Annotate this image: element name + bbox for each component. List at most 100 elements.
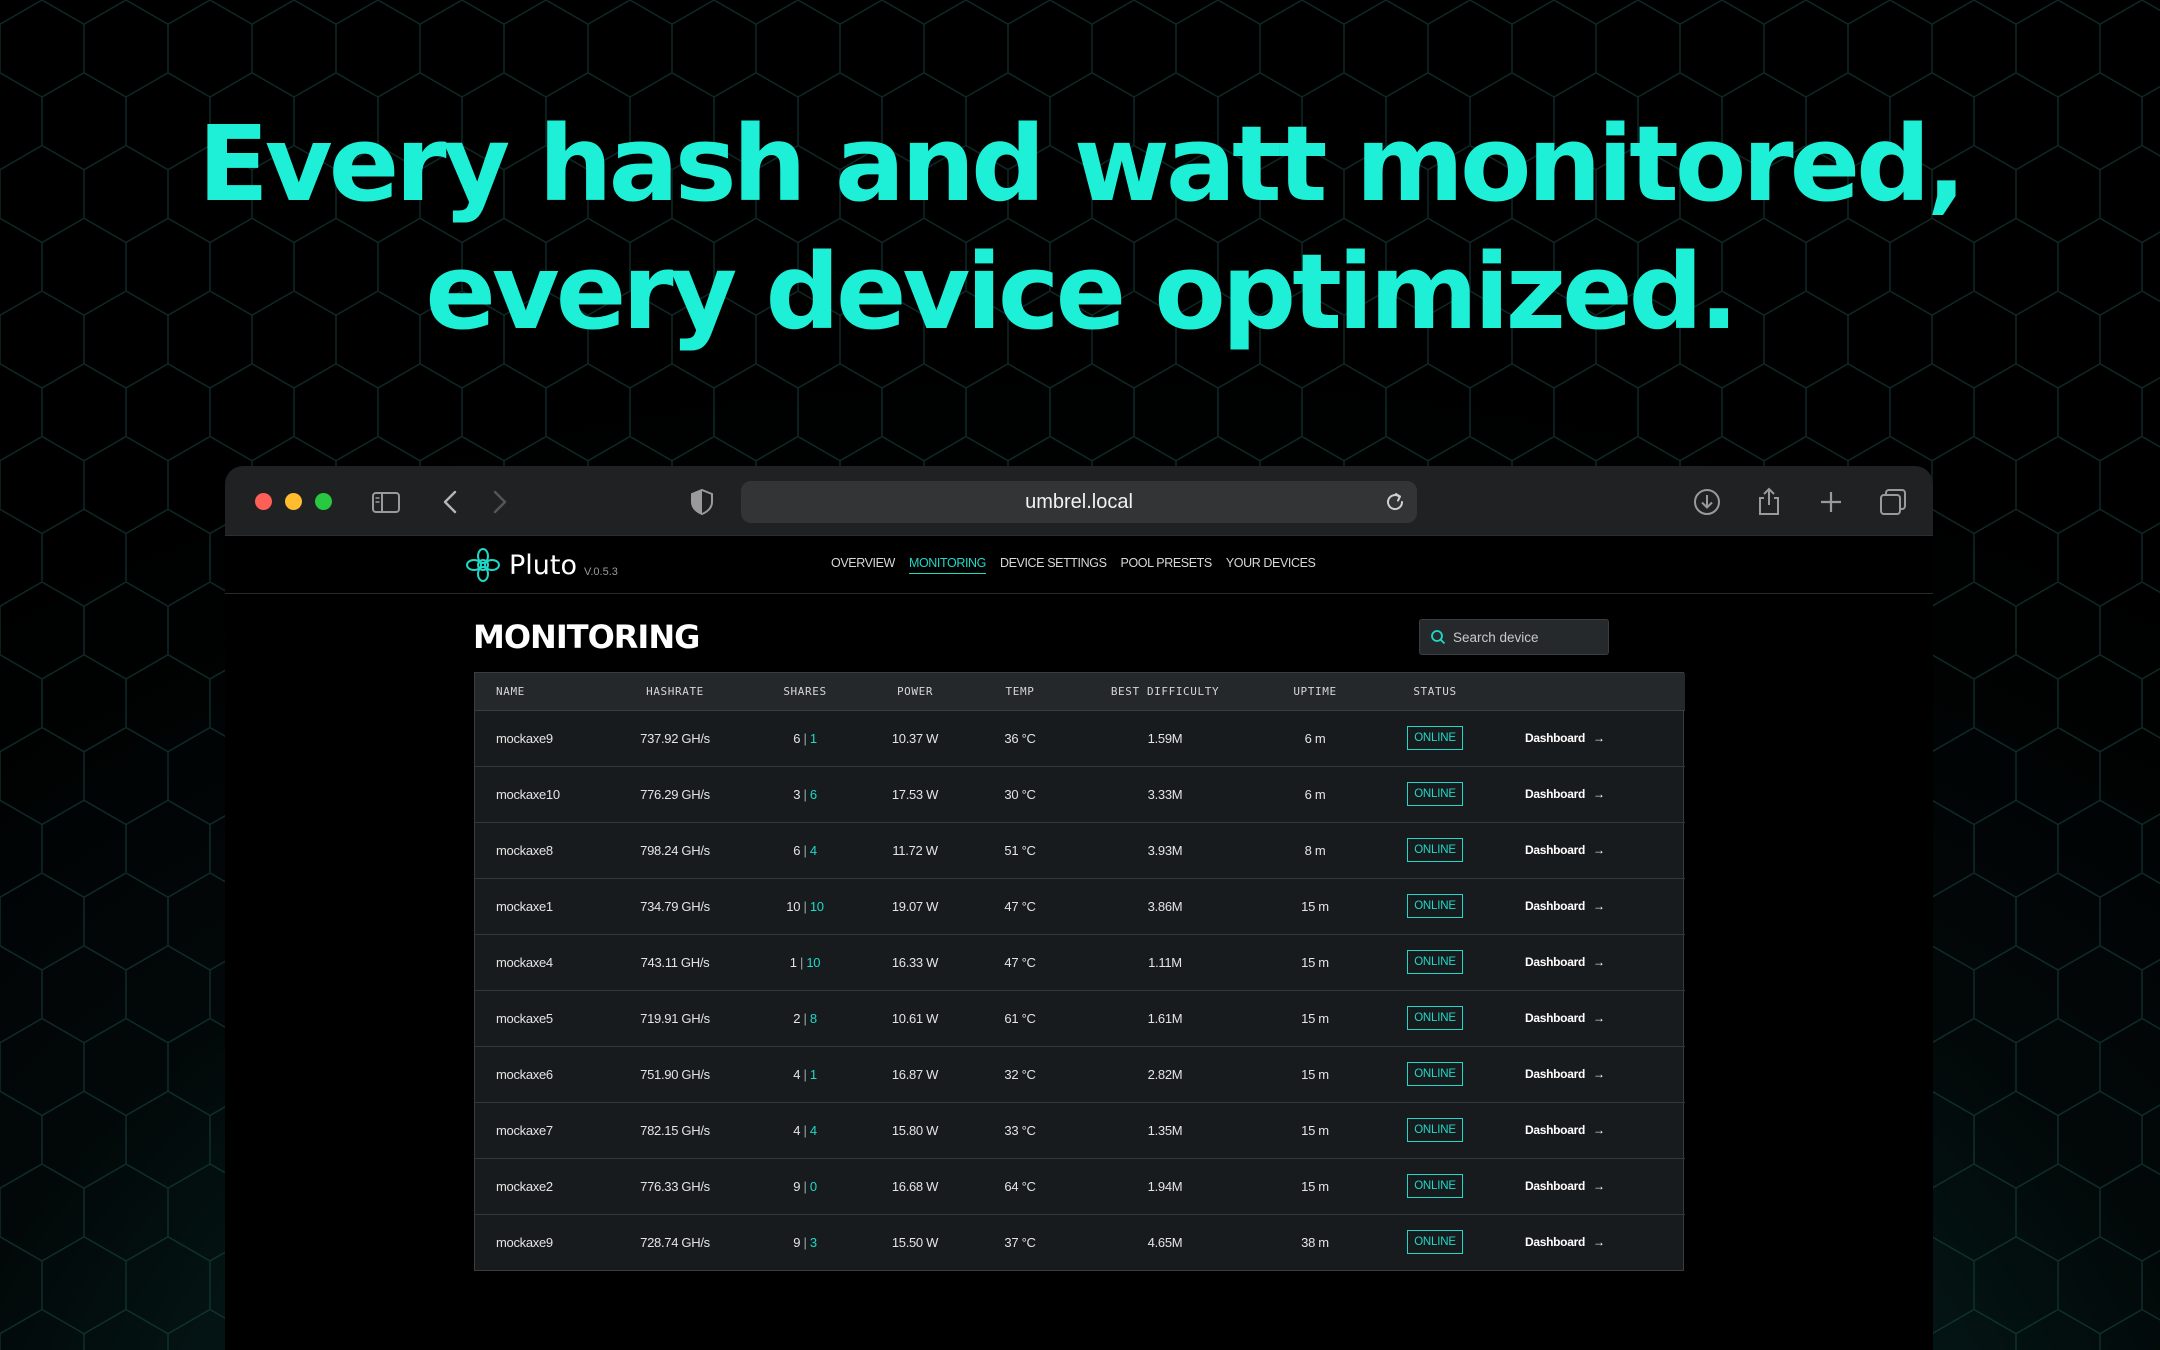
nav-device-settings[interactable]: DEVICE SETTINGS [1000, 556, 1107, 574]
search-box[interactable] [1419, 619, 1609, 655]
table-row[interactable]: mockaxe6 751.90 GH/s 4 | 1 16.87 W 32 °C 2.82… [475, 1046, 1685, 1103]
shares-rejected: 8 [809, 1010, 817, 1026]
device-power: 11.72 W [855, 822, 975, 879]
col-header-power[interactable]: POWER [855, 673, 975, 711]
col-header-shares[interactable]: SHARES [755, 673, 855, 711]
device-hashrate: 798.24 GH/s [595, 822, 755, 879]
sidebar-icon[interactable] [370, 486, 402, 518]
col-header-hashrate[interactable]: HASHRATE [595, 673, 755, 711]
dashboard-link-label: Dashboard [1525, 843, 1585, 857]
device-uptime: 15 m [1265, 990, 1365, 1047]
dashboard-link[interactable]: Dashboard → [1505, 1214, 1685, 1270]
col-header-actions [1505, 673, 1685, 711]
table-row[interactable]: mockaxe8 798.24 GH/s 6 | 4 11.72 W 51 °C 3.93… [475, 822, 1685, 879]
arrow-right-icon: → [1592, 1011, 1605, 1025]
table-row[interactable]: mockaxe10 776.29 GH/s 3 | 6 17.53 W 30 °C 3.3… [475, 766, 1685, 823]
back-icon[interactable] [435, 486, 467, 518]
table-row[interactable]: mockaxe7 782.15 GH/s 4 | 4 15.80 W 33 °C 1.35… [475, 1102, 1685, 1159]
status-badge: ONLINE [1407, 894, 1463, 918]
device-status: ONLINE [1365, 766, 1505, 823]
device-hashrate: 743.11 GH/s [595, 934, 755, 991]
table-row[interactable]: mockaxe9 737.92 GH/s 6 | 1 10.37 W 36 °C 1.59… [475, 710, 1685, 767]
status-badge: ONLINE [1407, 1006, 1463, 1030]
share-icon[interactable] [1753, 486, 1785, 518]
nav-monitoring[interactable]: MONITORING [908, 556, 986, 574]
device-name: mockaxe8 [475, 822, 595, 879]
device-uptime: 38 m [1301, 1234, 1329, 1250]
status-badge: ONLINE [1407, 1174, 1463, 1198]
dashboard-link[interactable]: Dashboard → [1505, 710, 1685, 767]
dashboard-link[interactable]: Dashboard → [1505, 1158, 1685, 1215]
device-hashrate: 751.90 GH/s [595, 1046, 755, 1103]
shares-separator: | [800, 1010, 810, 1026]
address-bar[interactable]: umbrel.local [741, 481, 1417, 523]
table-row[interactable]: mockaxe2 776.33 GH/s 9 | 0 16.68 W 64 °C 1.94… [475, 1158, 1685, 1215]
device-hashrate: 782.15 GH/s [595, 1102, 755, 1159]
dashboard-link[interactable]: Dashboard → [1505, 1046, 1685, 1103]
table-row[interactable]: mockaxe1 734.79 GH/s 10 | 10 19.07 W 47 °C 3.… [475, 878, 1685, 935]
zoom-window-button[interactable] [315, 493, 332, 510]
table-row[interactable]: mockaxe9 728.74 GH/s 9 | 3 15.50 W 37 °C 4.65… [475, 1214, 1685, 1270]
arrow-right-icon: → [1592, 899, 1605, 913]
pluto-logo[interactable]: Pluto V.0.5.3 [465, 545, 618, 585]
col-header-name[interactable]: NAME [475, 673, 595, 711]
search-input[interactable] [1453, 629, 1603, 645]
device-best-difficulty: 3.33M [1065, 766, 1265, 823]
device-best-difficulty: 1.11M [1065, 934, 1265, 991]
dashboard-link-label: Dashboard [1525, 1011, 1585, 1025]
device-uptime: 15 m [1265, 1158, 1365, 1215]
arrow-right-icon: → [1592, 731, 1605, 745]
device-power: 10.37 W [855, 710, 975, 767]
device-hashrate: 728.74 GH/s [640, 1234, 710, 1250]
close-window-button[interactable] [255, 493, 272, 510]
nav-pool-presets[interactable]: POOL PRESETS [1121, 556, 1213, 574]
forward-icon[interactable] [483, 486, 515, 518]
minimize-window-button[interactable] [285, 493, 302, 510]
dashboard-link[interactable]: Dashboard → [1505, 822, 1685, 879]
dashboard-link[interactable]: Dashboard → [1505, 1102, 1685, 1159]
device-uptime: 15 m [1265, 878, 1365, 935]
col-header-temp[interactable]: TEMP [975, 673, 1065, 711]
arrow-right-icon: → [1592, 1067, 1605, 1081]
table-row[interactable]: mockaxe5 719.91 GH/s 2 | 8 10.61 W 61 °C 1.61… [475, 990, 1685, 1047]
device-name: mockaxe7 [475, 1102, 595, 1159]
device-name: mockaxe1 [475, 878, 595, 935]
col-header-uptime[interactable]: UPTIME [1265, 673, 1365, 711]
device-power: 17.53 W [855, 766, 975, 823]
shares-rejected: 10 [806, 954, 821, 970]
device-name: mockaxe9 [496, 1234, 553, 1250]
arrow-right-icon: → [1592, 1235, 1605, 1250]
device-status: ONLINE [1365, 1046, 1505, 1103]
arrow-right-icon: → [1592, 843, 1605, 857]
dashboard-link-label: Dashboard [1525, 899, 1585, 913]
col-header-status[interactable]: STATUS [1365, 673, 1505, 711]
privacy-shield-icon[interactable] [686, 486, 718, 518]
nav-your-devices[interactable]: YOUR DEVICES [1226, 556, 1316, 574]
device-best-difficulty: 2.82M [1065, 1046, 1265, 1103]
tab-overview-icon[interactable] [1877, 486, 1909, 518]
device-status: ONLINE [1365, 990, 1505, 1047]
device-status: ONLINE [1365, 822, 1505, 879]
device-best-difficulty: 1.94M [1065, 1158, 1265, 1215]
nav-overview[interactable]: OVERVIEW [831, 556, 895, 574]
dashboard-link[interactable]: Dashboard → [1505, 878, 1685, 935]
col-header-best-difficulty[interactable]: BEST DIFFICULTY [1065, 673, 1265, 711]
dashboard-link[interactable]: Dashboard → [1505, 990, 1685, 1047]
dashboard-link[interactable]: Dashboard → [1505, 934, 1685, 991]
device-hashrate: 737.92 GH/s [595, 710, 755, 767]
table-row[interactable]: mockaxe4 743.11 GH/s 1 | 10 16.33 W 47 °C 1.1… [475, 934, 1685, 991]
new-tab-icon[interactable] [1815, 486, 1847, 518]
download-icon[interactable] [1691, 486, 1723, 518]
device-name: mockaxe4 [475, 934, 595, 991]
status-badge: ONLINE [1407, 838, 1463, 862]
status-badge: ONLINE [1407, 1062, 1463, 1086]
device-shares: 2 | 8 [755, 990, 855, 1047]
dashboard-link[interactable]: Dashboard → [1505, 766, 1685, 823]
dashboard-link-label: Dashboard [1525, 955, 1585, 969]
device-power: 15.80 W [855, 1102, 975, 1159]
dashboard-link-label: Dashboard [1525, 1179, 1585, 1193]
dashboard-link-label: Dashboard [1525, 787, 1585, 801]
search-icon [1431, 630, 1446, 645]
reload-icon[interactable] [1383, 490, 1407, 514]
device-temp: 30 °C [975, 766, 1065, 823]
